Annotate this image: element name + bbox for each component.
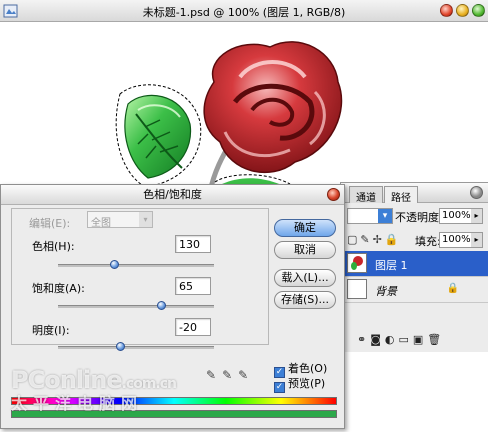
preview-checkbox[interactable]: ✓ — [274, 382, 285, 393]
lightness-label: 明度(I): — [32, 324, 70, 337]
saturation-slider-thumb[interactable] — [156, 301, 166, 310]
layer-row-background[interactable]: 背景 🔒 — [345, 277, 488, 303]
layers-bottom-toolbar[interactable]: ⚭◙◐▭▣🗑 — [345, 333, 488, 351]
save-button[interactable]: 存储(S)... — [274, 291, 336, 309]
blend-mode-select[interactable]: ▾ — [347, 208, 393, 224]
layer-thumbnail — [347, 253, 367, 273]
minimize-window-button[interactable] — [456, 4, 469, 17]
eyedropper-tools[interactable]: ✎✎✎ — [206, 368, 254, 382]
edit-range-value: 全图 — [91, 218, 111, 229]
dialog-title[interactable]: 色相/饱和度 — [1, 185, 344, 205]
opacity-value: 100% — [442, 210, 471, 221]
rose-flower — [203, 41, 343, 174]
chevron-right-icon: ▸ — [471, 233, 482, 247]
edit-range-select: 全图 ▾ — [87, 211, 153, 229]
eyedropper-add-icon[interactable]: ✎ — [222, 368, 238, 382]
eyedropper-icon[interactable]: ✎ — [206, 368, 222, 382]
hue-slider[interactable] — [58, 260, 214, 269]
opacity-field[interactable]: 100% ▸ — [439, 208, 483, 224]
dialog-close-button[interactable] — [327, 188, 340, 201]
load-button[interactable]: 载入(L)... — [274, 269, 336, 287]
blend-opacity-row: ▾ 不透明度: 100% ▸ — [341, 205, 488, 227]
ok-button[interactable]: 确定 — [274, 219, 336, 237]
lock-icon: 🔒 — [446, 283, 459, 294]
lock-icons[interactable]: ▢✎✢🔒 — [347, 233, 402, 246]
hue-label: 色相(H): — [32, 240, 75, 253]
panel-close-button[interactable] — [470, 186, 483, 199]
preview-label: 预览(P) — [288, 377, 326, 390]
fill-field[interactable]: 100% ▸ — [439, 232, 483, 248]
hue-saturation-dialog: 色相/饱和度 编辑(E): 全图 ▾ 色相(H): 130 饱和度(A): 65… — [0, 184, 345, 429]
chevron-down-icon: ▾ — [139, 212, 152, 227]
layer-thumbnail — [347, 279, 367, 299]
lock-fill-row: ▢✎✢🔒 填充: 100% ▸ — [341, 229, 488, 251]
zoom-window-button[interactable] — [472, 4, 485, 17]
tab-paths[interactable]: 路径 — [384, 186, 418, 204]
pconline-watermark: PConline.com.cn 太平洋电脑网 — [11, 366, 177, 414]
watermark-subtitle: 太平洋电脑网 — [11, 394, 144, 413]
document-titlebar[interactable]: 未标题-1.psd @ 100% (图层 1, RGB/8) — [0, 0, 488, 22]
layers-panel-tabbar: 通道 路径 — [341, 183, 488, 204]
fill-label: 填充: — [415, 235, 441, 248]
tab-channels[interactable]: 通道 — [349, 186, 383, 204]
fill-value: 100% — [442, 234, 471, 245]
eyedropper-subtract-icon[interactable]: ✎ — [238, 368, 254, 382]
layer-row-layer1[interactable]: 图层 1 — [345, 251, 488, 277]
document-title: 未标题-1.psd @ 100% (图层 1, RGB/8) — [142, 6, 346, 19]
colorize-label: 着色(O) — [288, 362, 328, 375]
cancel-button[interactable]: 取消 — [274, 241, 336, 259]
opacity-label: 不透明度: — [395, 211, 443, 224]
lightness-input[interactable]: -20 — [175, 318, 211, 336]
lightness-slider-thumb[interactable] — [116, 342, 126, 351]
lightness-slider[interactable] — [58, 342, 214, 351]
layer-name: 图层 1 — [375, 259, 408, 272]
chevron-right-icon: ▸ — [471, 209, 482, 223]
close-window-button[interactable] — [440, 4, 453, 17]
saturation-slider[interactable] — [58, 301, 214, 310]
preview-option[interactable]: ✓ 预览(P) — [274, 375, 325, 393]
saturation-label: 饱和度(A): — [32, 282, 85, 295]
edit-label: 编辑(E): — [29, 217, 71, 230]
saturation-input[interactable]: 65 — [175, 277, 211, 295]
hue-input[interactable]: 130 — [175, 235, 211, 253]
leaf-shape — [124, 94, 192, 179]
layers-panel: 通道 路径 ▾ 不透明度: 100% ▸ ▢✎✢🔒 填充: 100% ▸ 图层 1 … — [340, 182, 488, 352]
chevron-down-icon: ▾ — [378, 209, 392, 223]
layer-name: 背景 — [375, 285, 397, 298]
